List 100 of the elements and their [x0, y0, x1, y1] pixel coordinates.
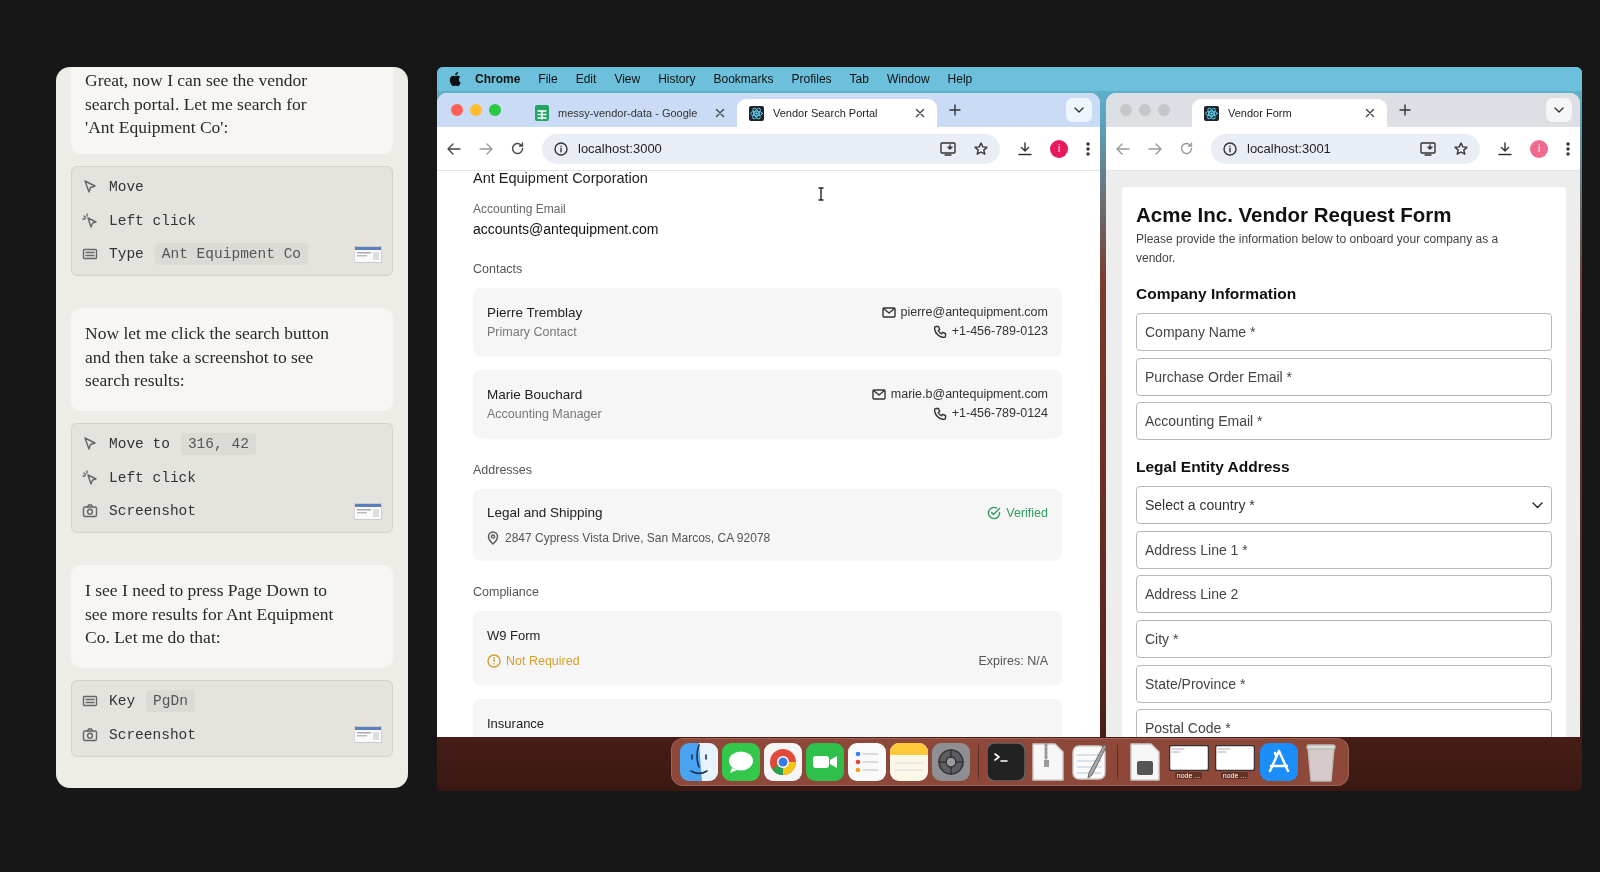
field-label: Accounting Email	[473, 202, 567, 216]
contact-phone: +1-456-789-0123	[951, 324, 1048, 338]
star-icon[interactable]	[1454, 141, 1468, 156]
section-label: Addresses	[473, 463, 534, 477]
chat-message: I see I need to press Page Down to see more results for Ant Equipment Co. Let me do that:	[71, 565, 393, 668]
alert-circle-icon	[487, 654, 501, 668]
text-cursor-icon	[818, 187, 824, 201]
chevron-down-icon	[1532, 501, 1543, 509]
menu-item[interactable]: Tab	[840, 72, 878, 86]
window-thumbnail-icon[interactable]	[1168, 745, 1209, 771]
more-menu-icon[interactable]	[1566, 141, 1570, 156]
menu-item[interactable]: Help	[938, 72, 982, 86]
menu-item[interactable]: Bookmarks	[704, 72, 783, 86]
download-icon[interactable]	[1498, 141, 1512, 156]
tab-list-button[interactable]	[1066, 98, 1092, 122]
menu-item[interactable]: Chrome	[461, 72, 530, 86]
chat-bubble-icon[interactable]	[721, 743, 760, 781]
menu-item[interactable]: History	[649, 72, 705, 86]
tab-list-button[interactable]	[1546, 98, 1572, 122]
back-icon[interactable]	[447, 142, 461, 155]
profile-avatar[interactable]: i	[1050, 139, 1068, 158]
expiry-text: Expires: N/A	[978, 654, 1048, 668]
screenshot-thumbnail[interactable]	[354, 245, 382, 263]
input-field[interactable]: Postal Code *	[1136, 709, 1552, 737]
screenshot-thumbnail[interactable]	[354, 726, 382, 744]
reload-icon[interactable]	[511, 142, 524, 155]
forward-icon[interactable]	[1148, 142, 1162, 155]
chevron-down-icon	[1074, 107, 1084, 113]
url-text: localhost:3000	[578, 141, 662, 156]
form-title: Acme Inc. Vendor Request Form	[1136, 203, 1453, 227]
contact-role: Primary Contact	[487, 325, 578, 339]
action-label: Screenshot	[109, 503, 196, 520]
cursor-click-icon	[82, 469, 98, 486]
menu-item[interactable]: View	[605, 72, 650, 86]
browser-tab[interactable]: Vendor Form	[1192, 99, 1387, 127]
gear-icon[interactable]	[931, 743, 970, 781]
address-bar[interactable]: localhost:3001	[1211, 133, 1480, 164]
atom-icon	[1204, 105, 1219, 121]
letter-a-icon[interactable]	[1259, 743, 1298, 781]
close-icon[interactable]	[715, 108, 725, 118]
close-icon[interactable]	[915, 108, 925, 118]
input-field[interactable]: Address Line 1 *	[1136, 530, 1552, 569]
compliance-title: W9 Form	[487, 628, 542, 643]
install-icon[interactable]	[1420, 141, 1436, 156]
terminal-icon[interactable]	[986, 743, 1025, 781]
menu-item[interactable]: Window	[877, 72, 939, 86]
zip-file-icon[interactable]	[1031, 743, 1064, 781]
notepad-icon[interactable]	[889, 743, 928, 781]
field-value: accounts@antequipment.com	[473, 221, 660, 237]
star-icon[interactable]	[974, 141, 988, 156]
form-description: Please provide the information below to onboard your company as a vendor.	[1136, 231, 1500, 267]
menu-item[interactable]: Edit	[566, 72, 606, 86]
chat-message: Great, now I can see the vendor search portal. Let me search for 'Ant Equipment Co':	[71, 67, 393, 154]
input-field[interactable]: Purchase Order Email *	[1136, 357, 1552, 396]
window-thumbnail-icon[interactable]	[1214, 745, 1255, 771]
pencil-paper-icon[interactable]	[1070, 743, 1109, 781]
section-label: Contacts	[473, 262, 524, 276]
compliance-title: Insurance	[487, 716, 546, 731]
trash-can-icon[interactable]	[1304, 742, 1337, 782]
document-icon[interactable]	[1129, 743, 1160, 781]
status-label: Verified	[987, 505, 1048, 520]
chevron-down-icon	[1554, 107, 1564, 113]
chat-message: Now let me click the search button and then take a screenshot to see search results:	[71, 308, 393, 411]
address-bar[interactable]: localhost:3000	[542, 133, 1000, 164]
check-circle-icon	[987, 505, 1002, 520]
contact-name: Marie Bouchard	[487, 387, 584, 402]
contact-email: pierre@antequipment.com	[900, 305, 1048, 319]
contact-email: marie.b@antequipment.com	[890, 387, 1048, 401]
action-argument: PgDn	[146, 690, 195, 713]
forward-icon[interactable]	[479, 142, 493, 155]
menu-item[interactable]: Profiles	[782, 72, 841, 86]
new-tab-icon[interactable]	[1399, 104, 1411, 116]
country-select[interactable]: Select a country *	[1136, 486, 1552, 525]
address-title: Legal and Shipping	[487, 505, 603, 520]
video-camera-icon[interactable]	[805, 743, 844, 781]
action-label: Left click	[109, 469, 196, 486]
section-heading: Legal Entity Address	[1136, 458, 1291, 477]
menu-item[interactable]: File	[529, 72, 567, 86]
browser-tab[interactable]: messy-vendor-data - Google	[523, 99, 737, 127]
more-menu-icon[interactable]	[1086, 141, 1090, 156]
info-icon	[1223, 141, 1237, 156]
download-icon[interactable]	[1018, 141, 1032, 156]
apple-icon[interactable]	[449, 72, 461, 86]
input-field[interactable]: City *	[1136, 619, 1552, 658]
input-field[interactable]: Accounting Email *	[1136, 402, 1552, 441]
checklist-icon[interactable]	[847, 743, 886, 781]
address-text: 2847 Cypress Vista Drive, San Marcos, CA 92078	[505, 531, 771, 545]
close-icon[interactable]	[1365, 108, 1375, 118]
input-field[interactable]: State/Province *	[1136, 664, 1552, 703]
new-tab-icon[interactable]	[949, 104, 961, 116]
action-label: Screenshot	[109, 726, 196, 743]
round-logo-icon[interactable]	[763, 743, 802, 781]
face-icon[interactable]	[679, 743, 718, 781]
input-field[interactable]: Company Name *	[1136, 313, 1552, 351]
browser-tab[interactable]: Vendor Search Portal	[737, 99, 937, 127]
install-icon[interactable]	[940, 141, 956, 156]
screenshot-thumbnail[interactable]	[354, 502, 382, 520]
action-label: Left click	[109, 212, 196, 229]
input-field[interactable]: Address Line 2	[1136, 575, 1552, 614]
action-label: Type	[109, 246, 144, 263]
